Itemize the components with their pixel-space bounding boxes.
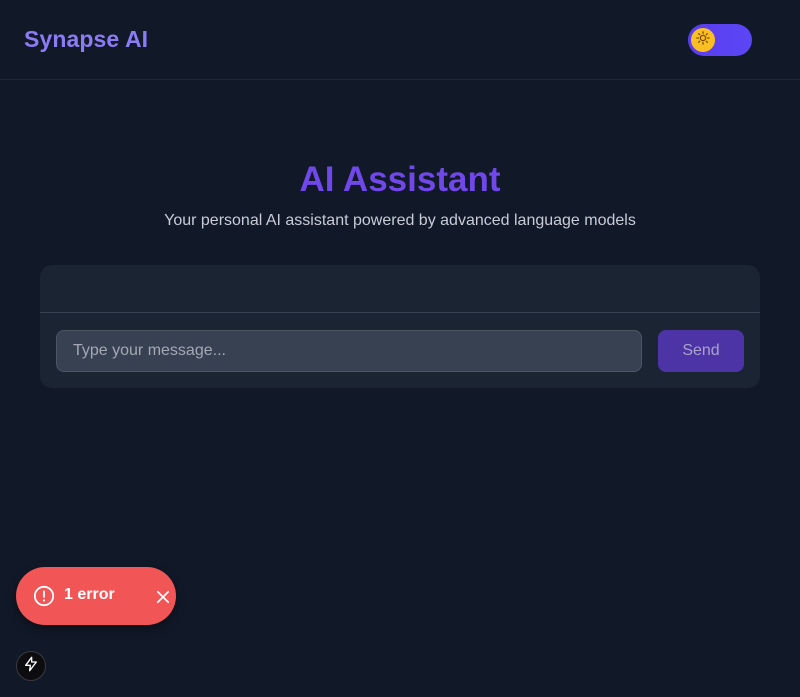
dev-tools-badge[interactable]: [16, 651, 46, 681]
send-button[interactable]: Send: [658, 330, 744, 372]
close-icon[interactable]: [154, 588, 172, 606]
lightning-icon: [23, 656, 39, 677]
chat-message-list: [40, 265, 760, 313]
top-header: Synapse AI: [0, 0, 800, 80]
error-count-label: 1 error: [64, 586, 115, 603]
message-input[interactable]: [56, 330, 642, 372]
page-subtitle: Your personal AI assistant powered by ad…: [164, 212, 636, 229]
sun-icon: [696, 30, 710, 50]
page-title: AI Assistant: [299, 160, 501, 199]
toggle-knob: [691, 28, 715, 52]
theme-toggle[interactable]: [688, 24, 752, 56]
alert-circle-icon: [33, 585, 55, 607]
chat-panel: Send: [40, 265, 760, 388]
brand-logo-text[interactable]: Synapse AI: [24, 26, 148, 53]
error-toast[interactable]: 1 error: [16, 567, 176, 625]
